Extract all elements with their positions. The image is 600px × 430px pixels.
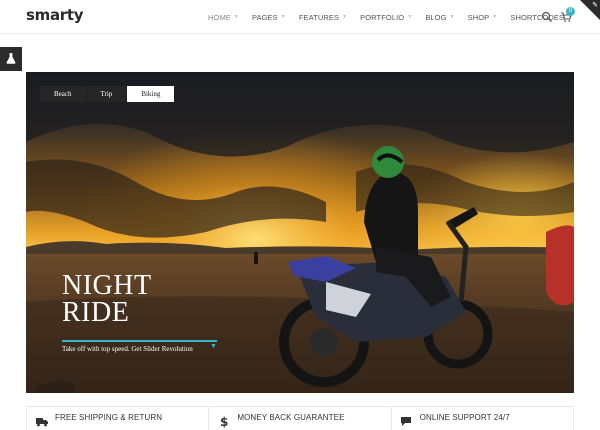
nav-item-label: BLOG: [425, 12, 447, 22]
search-icon[interactable]: [541, 11, 553, 23]
slider-tabs: Beach Trip Biking: [40, 86, 175, 102]
slide-title-line2: RIDE: [62, 297, 130, 328]
feature-label: FREE SHIPPING & RETURN: [55, 412, 163, 422]
truck-icon: [36, 418, 48, 427]
feature-free-shipping: FREE SHIPPING & RETURN: [27, 407, 210, 430]
feature-money-back: $ MONEY BACK GUARANTEE: [209, 407, 392, 430]
site-header: smarty HOME ▼ PAGES ▼ FEATURES ▼ PORTFOLIO ▼…: [0, 0, 600, 34]
hero-slider[interactable]: Beach Trip Biking NIGHT RIDE Take off wi…: [26, 72, 574, 393]
nav-item-label: PORTFOLIO: [360, 12, 405, 22]
cart-count-badge: 0: [566, 7, 575, 16]
flask-icon: [6, 53, 16, 64]
site-logo[interactable]: smarty: [26, 6, 84, 24]
chat-icon: [400, 417, 411, 426]
arrow-down-icon[interactable]: ▼: [210, 343, 217, 350]
nav-item-portfolio[interactable]: PORTFOLIO ▼: [360, 13, 412, 22]
main-nav: HOME ▼ PAGES ▼ FEATURES ▼ PORTFOLIO ▼ BLOG ▼ …: [208, 0, 585, 34]
chevron-down-icon: ▼: [233, 14, 239, 20]
chevron-down-icon: ▼: [449, 14, 455, 20]
chevron-down-icon: ▼: [407, 14, 413, 20]
nav-item-features[interactable]: FEATURES ▼: [299, 13, 347, 22]
dollar-icon: $: [220, 415, 228, 428]
nav-item-label: SHOP: [467, 12, 490, 22]
feature-online-support: ONLINE SUPPORT 24/7: [392, 407, 573, 430]
nav-item-label: HOME: [208, 12, 231, 22]
chevron-down-icon: ▼: [280, 14, 286, 20]
features-strip: FREE SHIPPING & RETURN $ MONEY BACK GUAR…: [26, 406, 574, 430]
slide-subtitle: Take off with top speed. Get Slider Revo…: [62, 345, 193, 353]
nav-item-pages[interactable]: PAGES ▼: [252, 13, 286, 22]
feature-label: MONEY BACK GUARANTEE: [237, 412, 345, 422]
pencil-icon: ✎: [592, 2, 598, 9]
slide-progress-bar: [62, 340, 217, 342]
nav-item-label: SHORTCODES: [510, 12, 565, 22]
slider-tab-biking[interactable]: Biking: [127, 86, 175, 102]
nav-item-label: FEATURES: [298, 12, 340, 22]
slider-tab-trip[interactable]: Trip: [86, 86, 127, 102]
slide-title-line1: NIGHT: [62, 270, 152, 301]
nav-item-shop[interactable]: SHOP ▼: [468, 13, 498, 22]
feature-label: ONLINE SUPPORT 24/7: [419, 412, 510, 422]
chevron-down-icon: ▼: [492, 14, 498, 20]
nav-item-blog[interactable]: BLOG ▼: [425, 13, 454, 22]
slide-title: NIGHT RIDE: [62, 270, 152, 328]
nav-item-label: PAGES: [251, 12, 278, 22]
nav-item-home[interactable]: HOME ▼: [208, 13, 239, 22]
slider-tab-beach[interactable]: Beach: [40, 86, 86, 102]
chevron-down-icon: ▼: [342, 14, 348, 20]
svg-text:$: $: [220, 415, 228, 428]
style-switcher-tab[interactable]: [0, 47, 22, 71]
